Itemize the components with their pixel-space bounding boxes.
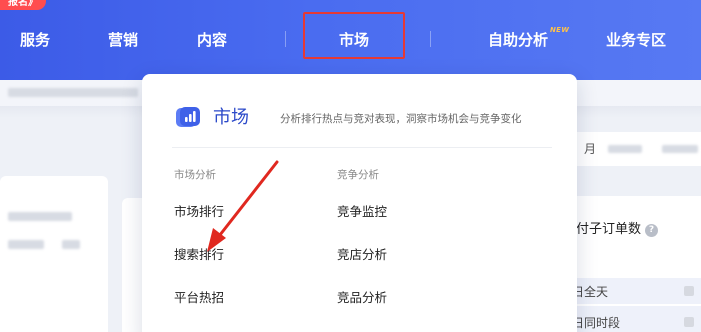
market-chart-icon <box>176 107 200 127</box>
metric-label-text: 付子订单数 <box>576 222 642 237</box>
top-nav: 报名》 服务 营销 内容 市场 自助分析 NEW 业务专区 <box>0 0 701 80</box>
column-title-competition-analysis: 竞争分析 <box>337 169 379 181</box>
nav-item-marketing[interactable]: 营销 <box>108 28 138 52</box>
nav-item-content[interactable]: 内容 <box>197 28 227 52</box>
nav-separator <box>430 31 431 47</box>
dropdown-description: 分析排行热点与竞对表现，洞察市场机会与竞争变化 <box>280 113 522 125</box>
left-card <box>0 176 108 332</box>
metric-label: 付子订单数? <box>576 218 659 237</box>
dropdown-divider <box>172 147 552 148</box>
blurred-text <box>8 88 138 97</box>
nav-item-business-zone[interactable]: 业务专区 <box>606 28 666 52</box>
row-checkbox[interactable] <box>684 286 694 296</box>
promo-tag[interactable]: 报名》 <box>0 0 46 10</box>
link-competitor-product-analysis[interactable]: 竞品分析 <box>337 287 387 306</box>
metric-row-label: 日同时段 <box>572 316 621 330</box>
metric-row: 日同时段 <box>560 306 701 332</box>
link-search-ranking[interactable]: 搜索排行 <box>174 244 224 263</box>
link-platform-hot-recruit[interactable]: 平台热招 <box>174 287 224 306</box>
date-range-box[interactable]: 月 <box>560 132 701 166</box>
date-label: 月 <box>584 142 597 156</box>
link-competitor-store-analysis[interactable]: 竞店分析 <box>337 244 387 263</box>
link-market-ranking[interactable]: 市场排行 <box>174 201 224 220</box>
link-competition-monitor[interactable]: 竞争监控 <box>337 201 387 220</box>
blurred-text <box>608 145 642 153</box>
nav-highlight-outline <box>303 12 405 59</box>
column-title-market-analysis: 市场分析 <box>174 169 216 181</box>
nav-separator <box>285 31 286 47</box>
market-dropdown: 市场 分析排行热点与竞对表现，洞察市场机会与竞争变化 市场分析 竞争分析 市场排… <box>142 74 577 332</box>
blurred-text <box>8 240 44 249</box>
row-checkbox[interactable] <box>684 317 694 327</box>
blurred-text <box>62 240 80 249</box>
help-circle-icon[interactable]: ? <box>645 224 659 237</box>
dropdown-title: 市场 <box>213 107 249 128</box>
metric-row: 日全天 <box>560 278 701 304</box>
nav-item-self-analysis[interactable]: 自助分析 <box>488 28 548 52</box>
nav-item-service[interactable]: 服务 <box>20 28 50 52</box>
blurred-text <box>662 145 698 153</box>
metric-row-label: 日全天 <box>572 285 609 299</box>
dropdown-header: 市场 分析排行热点与竞对表现，洞察市场机会与竞争变化 <box>142 74 577 146</box>
new-badge: NEW <box>550 26 570 34</box>
blurred-text <box>8 212 72 221</box>
